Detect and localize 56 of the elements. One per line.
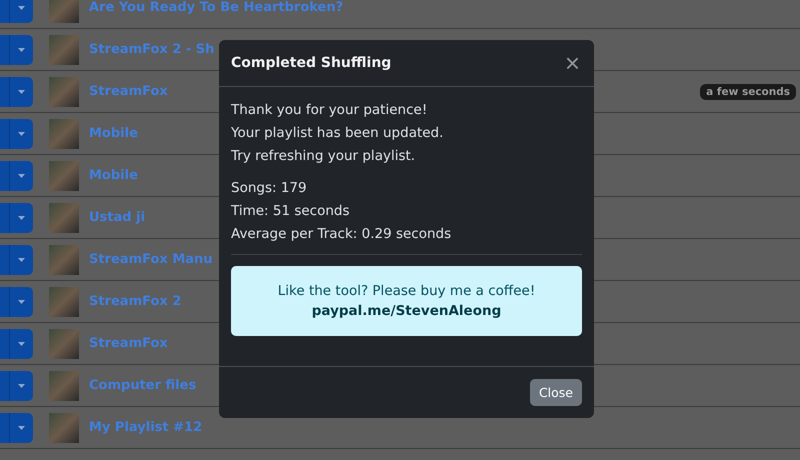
dropdown-button[interactable] xyxy=(10,76,33,106)
album-art-placeholder xyxy=(49,34,79,64)
stat-text: Time: 51 seconds xyxy=(231,202,351,221)
message-text: Try refreshing your playlist. xyxy=(231,147,416,166)
playlist-title[interactable]: Computer files xyxy=(89,378,196,393)
dropdown-button[interactable] xyxy=(10,370,33,400)
playlist-title[interactable]: StreamFox xyxy=(89,84,168,99)
caret-icon xyxy=(18,426,25,430)
dropdown-button[interactable] xyxy=(10,244,33,274)
playlist-title[interactable]: StreamFox 2 xyxy=(89,294,182,309)
album-art-placeholder xyxy=(49,370,79,400)
dropdown-button[interactable] xyxy=(10,202,33,232)
close-button[interactable]: Close xyxy=(530,379,582,406)
caret-icon xyxy=(18,342,25,346)
playlist-title[interactable]: StreamFox xyxy=(89,336,168,351)
album-art-placeholder xyxy=(49,328,79,358)
stat-text: Songs: 179 xyxy=(231,179,308,198)
playlist-title[interactable]: Mobile xyxy=(89,168,138,183)
caret-icon xyxy=(18,300,25,304)
caret-icon xyxy=(18,6,25,10)
playlist-title[interactable]: Mobile xyxy=(89,126,138,141)
album-art-placeholder xyxy=(49,202,79,232)
dropdown-button[interactable] xyxy=(10,34,33,64)
caret-icon xyxy=(18,174,25,178)
modal-title: Completed Shuffling xyxy=(231,55,392,71)
playlist-title[interactable]: Are You Ready To Be Heartbroken? xyxy=(89,0,344,15)
album-art-placeholder xyxy=(49,118,79,148)
caret-icon xyxy=(18,258,25,262)
playlist-title[interactable]: StreamFox 2 - Sh xyxy=(89,42,214,57)
album-art-placeholder xyxy=(49,286,79,316)
caret-icon xyxy=(18,216,25,220)
playlist-title[interactable]: Ustad ji xyxy=(89,210,146,225)
album-art-placeholder xyxy=(49,244,79,274)
dropdown-button[interactable] xyxy=(10,0,33,22)
caret-icon xyxy=(18,90,25,94)
caret-icon xyxy=(18,132,25,136)
album-art-placeholder xyxy=(49,412,79,442)
album-art-placeholder xyxy=(49,160,79,190)
message-text: Your playlist has been updated. xyxy=(231,124,444,143)
caret-icon xyxy=(18,48,25,52)
stat-text: Average per Track: 0.29 seconds xyxy=(231,225,452,244)
dropdown-button[interactable] xyxy=(10,286,33,316)
alert-text: Like the tool? Please buy me a coffee! xyxy=(278,283,536,299)
paypal-link[interactable]: paypal.me/StevenAleong xyxy=(312,303,502,319)
dropdown-button[interactable] xyxy=(10,160,33,190)
dropdown-button[interactable] xyxy=(10,412,33,442)
dropdown-button[interactable] xyxy=(10,328,33,358)
caret-icon xyxy=(18,384,25,388)
message-text: Thank you for your patience! xyxy=(231,101,428,120)
album-art-placeholder xyxy=(49,76,79,106)
close-button[interactable]: × xyxy=(562,50,582,76)
dropdown-button[interactable] xyxy=(10,118,33,148)
album-art-placeholder xyxy=(49,0,79,22)
time-badge: a few seconds xyxy=(700,84,796,100)
playlist-title[interactable]: My Playlist #12 xyxy=(89,420,202,435)
playlist-title[interactable]: StreamFox Manu xyxy=(89,252,213,267)
